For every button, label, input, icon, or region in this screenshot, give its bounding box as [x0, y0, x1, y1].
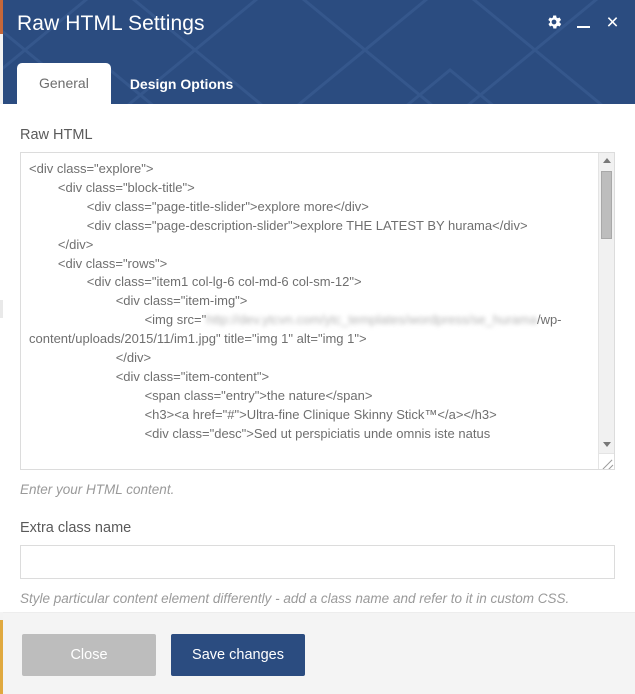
- textarea-scrollbar[interactable]: [598, 153, 614, 469]
- tab-general[interactable]: General: [17, 63, 111, 104]
- scrollbar-thumb[interactable]: [601, 171, 612, 239]
- gear-icon[interactable]: [545, 13, 563, 31]
- code-segment-blurred-url: http://dev.ytcvn.com/ytc_templates/wordp…: [206, 312, 537, 328]
- tab-design-options[interactable]: Design Options: [111, 65, 252, 104]
- minimize-icon[interactable]: [576, 13, 591, 31]
- modal-footer: Close Save changes: [0, 612, 635, 694]
- page-title: Raw HTML Settings: [17, 12, 205, 35]
- scroll-down-icon[interactable]: [599, 437, 614, 452]
- modal-body: Raw HTML <div class="explore"> <div clas…: [0, 104, 635, 612]
- code-segment-before: <div class="explore"> <div class="block-…: [29, 161, 528, 328]
- raw-html-textarea-wrapper: <div class="explore"> <div class="block-…: [20, 152, 615, 470]
- raw-html-settings-modal: Raw HTML Settings × General Design Optio…: [0, 0, 635, 694]
- textarea-resize-handle[interactable]: [598, 453, 614, 469]
- tab-bar: General Design Options: [17, 63, 252, 104]
- close-button[interactable]: Close: [22, 634, 156, 676]
- raw-html-input[interactable]: <div class="explore"> <div class="block-…: [21, 153, 599, 469]
- save-changes-button[interactable]: Save changes: [171, 634, 305, 676]
- code-segment-after: /wp-content/uploads/2015/11/im1.jpg" tit…: [29, 312, 562, 441]
- close-icon[interactable]: ×: [604, 12, 621, 33]
- raw-html-help-text: Enter your HTML content.: [20, 482, 175, 497]
- raw-html-label: Raw HTML: [20, 127, 93, 143]
- window-controls: ×: [545, 12, 621, 33]
- extra-class-label: Extra class name: [20, 520, 132, 536]
- extra-class-input[interactable]: [20, 545, 615, 579]
- modal-header: Raw HTML Settings × General Design Optio…: [0, 0, 635, 104]
- left-edge-accent-strip: [0, 0, 3, 694]
- scroll-up-icon[interactable]: [599, 153, 614, 168]
- extra-class-help-text: Style particular content element differe…: [20, 591, 570, 606]
